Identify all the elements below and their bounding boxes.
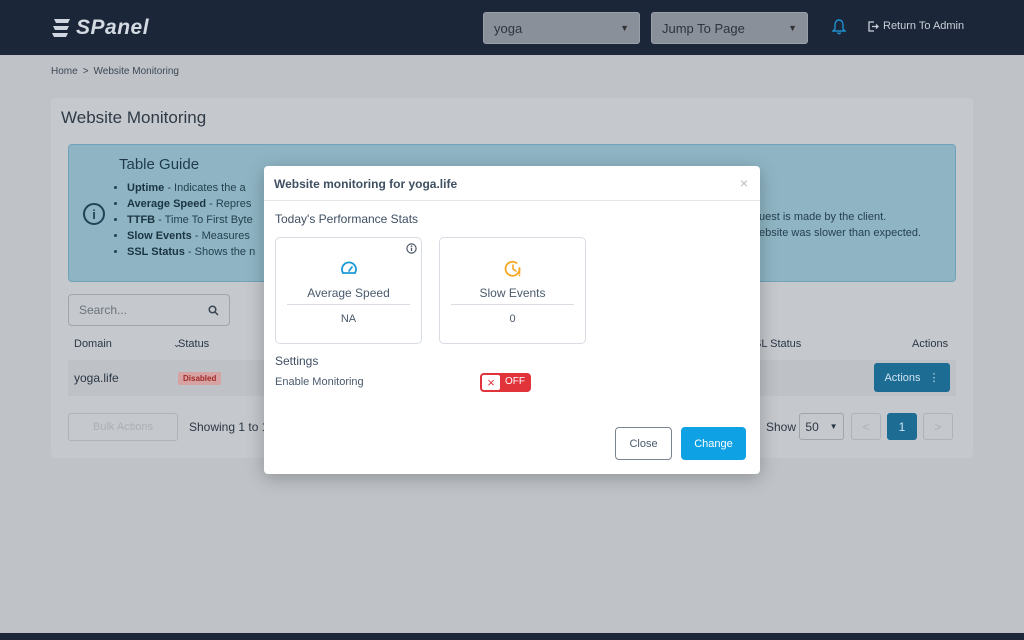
guide-list: Uptime - Indicates the a Average Speed -… (127, 180, 255, 260)
guide-item-ssl-status: SSL Status - Shows the n (127, 244, 255, 260)
chevron-down-icon: ▼ (620, 23, 629, 33)
show-label: Show (766, 420, 797, 434)
website-monitoring-modal: Website monitoring for yoga.life × Today… (264, 166, 760, 474)
breadcrumb: Home > Website Monitoring (51, 66, 179, 77)
column-header-ssl-status[interactable]: SL Status (754, 338, 801, 350)
info-circle-icon: i (83, 203, 105, 225)
stat-label: Average Speed (307, 286, 390, 300)
column-header-actions: Actions (912, 338, 949, 350)
column-header-domain[interactable]: Domain ⌄ (74, 338, 181, 350)
chevron-down-icon: ▼ (829, 422, 838, 431)
guide-term: TTFB (127, 214, 156, 226)
actions-button-label: Actions (884, 371, 921, 384)
guide-text-fragment: uest is made by the client. (759, 211, 887, 223)
guide-term: SSL Status (127, 246, 185, 258)
search-icon (208, 304, 219, 316)
pagination-next[interactable]: > (923, 413, 953, 440)
enable-monitoring-label: Enable Monitoring (275, 376, 364, 388)
modal-title: Website monitoring for yoga.life (274, 177, 458, 191)
search-input[interactable]: Search... (68, 294, 230, 326)
page-size-value: 50 (805, 419, 819, 434)
average-speed-card: Average Speed NA (275, 237, 422, 344)
guide-desc: - Indicates the a (164, 182, 246, 194)
guide-item-ttfb: TTFB - Time To First Byte (127, 212, 255, 228)
spanel-logo[interactable]: SPanel (50, 14, 149, 42)
page-size-select[interactable]: 50 ▼ (799, 413, 844, 440)
toggle-x-icon: × (481, 374, 501, 391)
guide-desc: - Repres (206, 198, 252, 210)
pagination-prev[interactable]: < (851, 413, 881, 440)
change-button[interactable]: Change (681, 427, 746, 460)
search-placeholder: Search... (79, 303, 128, 317)
chevron-down-icon: ▼ (788, 23, 797, 33)
breadcrumb-separator: > (82, 66, 89, 77)
bell-icon[interactable] (832, 19, 846, 35)
stat-value: 0 (509, 313, 516, 325)
stat-divider (451, 304, 574, 305)
site-select[interactable]: yoga ▼ (483, 12, 640, 44)
enable-monitoring-toggle[interactable]: × OFF (480, 373, 531, 392)
bulk-actions-button[interactable]: Bulk Actions (68, 413, 178, 441)
breadcrumb-home[interactable]: Home (51, 66, 78, 77)
actions-button[interactable]: Actions ⋮ (874, 363, 950, 392)
column-header-label: Domain (74, 338, 112, 350)
column-header-status[interactable]: Status (178, 338, 209, 350)
brand-name: SPanel (76, 16, 150, 39)
settings-title: Settings (275, 354, 319, 368)
stat-divider (287, 304, 410, 305)
page-title: Website Monitoring (61, 108, 207, 127)
top-navbar: SPanel yoga ▼ Jump To Page ▼ Return To A… (0, 0, 1024, 55)
showing-entries-text: Showing 1 to 1 (189, 420, 269, 434)
close-button[interactable]: Close (615, 427, 672, 460)
speedometer-icon (341, 261, 357, 274)
close-icon[interactable]: × (740, 175, 748, 191)
stat-label: Slow Events (479, 286, 546, 300)
guide-desc: - Shows the n (184, 246, 256, 258)
guide-item-uptime: Uptime - Indicates the a (127, 180, 255, 196)
guide-title: Table Guide (119, 156, 200, 173)
guide-term: Average Speed (127, 198, 207, 210)
clock-alert-icon (504, 260, 521, 277)
breadcrumb-current: Website Monitoring (93, 66, 179, 77)
guide-term: Uptime (127, 182, 165, 194)
toggle-state-label: OFF (505, 376, 525, 387)
pagination-page-1[interactable]: 1 (887, 413, 917, 440)
info-icon[interactable] (406, 243, 417, 254)
guide-term: Slow Events (127, 230, 192, 242)
guide-desc: - Measures (191, 230, 250, 242)
sign-out-icon (868, 20, 879, 32)
jump-to-page-select[interactable]: Jump To Page ▼ (651, 12, 808, 44)
site-select-value: yoga (494, 20, 523, 36)
stat-value: NA (340, 313, 357, 325)
guide-desc: - Time To First Byte (155, 214, 253, 226)
modal-header: Website monitoring for yoga.life × (264, 166, 760, 201)
performance-stats-title: Today's Performance Stats (275, 212, 419, 226)
more-vertical-icon: ⋮ (928, 372, 940, 384)
return-to-admin-label: Return To Admin (883, 20, 965, 32)
status-badge: Disabled (178, 372, 222, 385)
guide-item-slow-events: Slow Events - Measures (127, 228, 255, 244)
jump-select-value: Jump To Page (662, 20, 745, 36)
return-to-admin-link[interactable]: Return To Admin (868, 20, 964, 32)
spanel-logo-icon (52, 19, 70, 37)
domain-cell: yoga.life (74, 371, 119, 385)
footer-bar (0, 633, 1024, 640)
guide-text-fragment: ebsite was slower than expected. (759, 227, 922, 239)
guide-item-average-speed: Average Speed - Repres (127, 196, 255, 212)
slow-events-card: Slow Events 0 (439, 237, 586, 344)
